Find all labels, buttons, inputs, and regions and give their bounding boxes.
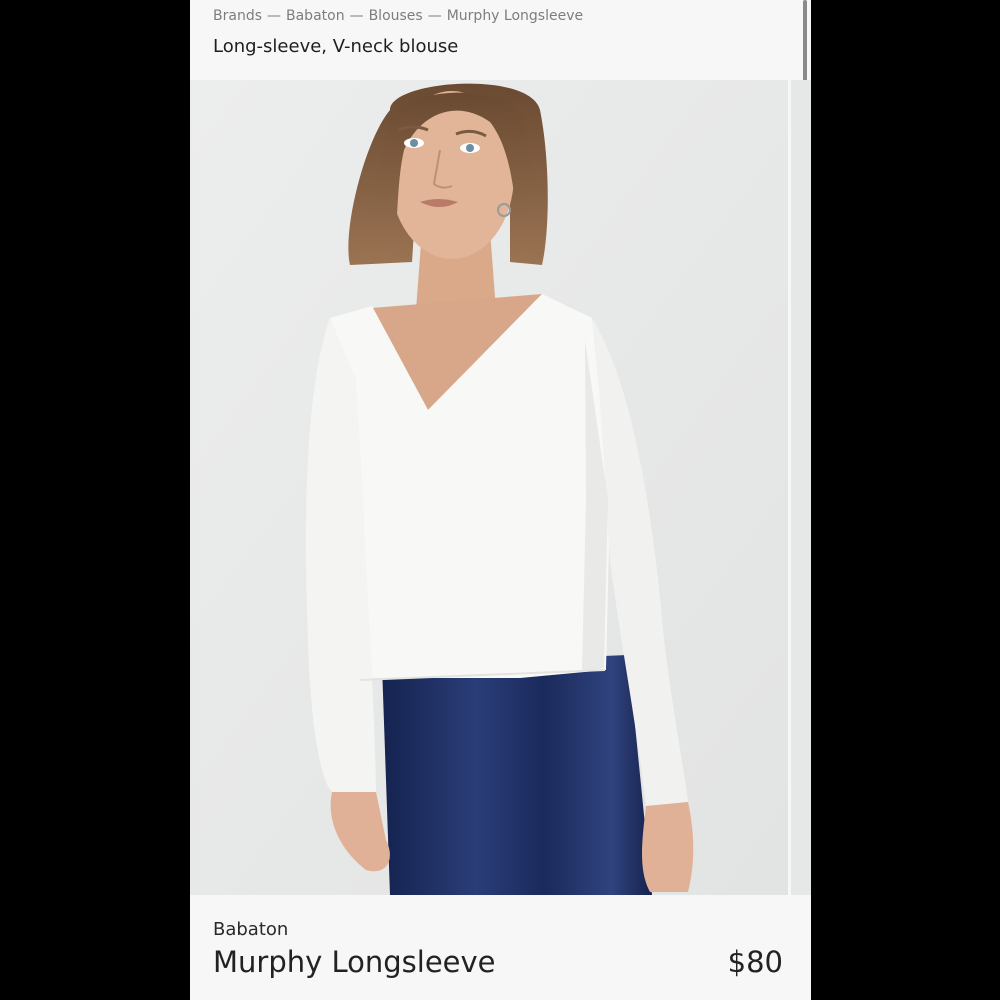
photo-carousel-edge bbox=[791, 80, 811, 895]
breadcrumb-item-babaton[interactable]: Babaton bbox=[286, 8, 345, 24]
page-title: Long-sleeve, V-neck blouse bbox=[213, 36, 459, 57]
breadcrumb-separator: — bbox=[267, 8, 281, 24]
model-illustration bbox=[190, 80, 788, 895]
breadcrumb-separator: — bbox=[427, 8, 442, 24]
product-name: Murphy Longsleeve bbox=[213, 945, 496, 979]
breadcrumb: Brands — Babaton — Blouses — Murphy Longsleeve bbox=[213, 8, 583, 24]
breadcrumb-item-blouses[interactable]: Blouses bbox=[369, 8, 423, 24]
breadcrumb-separator: — bbox=[349, 8, 364, 24]
product-info-bar: Babaton Murphy Longsleeve $80 bbox=[190, 895, 811, 1000]
top-bar: Brands — Babaton — Blouses — Murphy Longsleeve… bbox=[190, 0, 811, 79]
breadcrumb-item-brands[interactable]: Brands bbox=[213, 8, 262, 24]
product-price: $80 bbox=[727, 945, 783, 979]
brand-name[interactable]: Babaton bbox=[213, 919, 288, 940]
product-photo[interactable] bbox=[190, 80, 788, 895]
product-detail-screen: Brands — Babaton — Blouses — Murphy Longsleeve… bbox=[190, 0, 811, 1000]
breadcrumb-item-current: Murphy Longsleeve bbox=[446, 8, 584, 24]
